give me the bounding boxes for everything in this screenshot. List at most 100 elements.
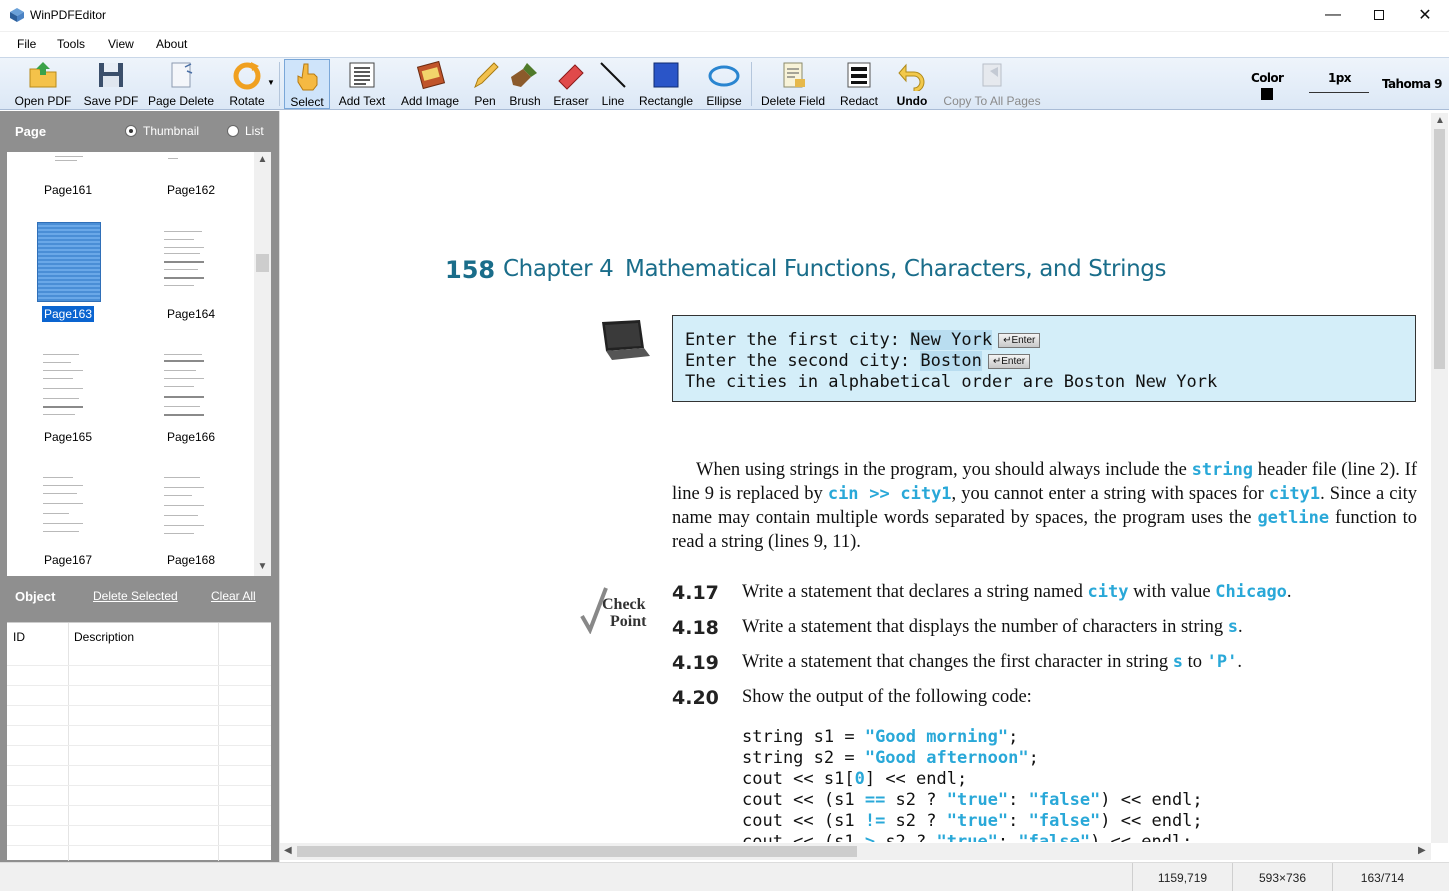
- eraser-button[interactable]: Eraser: [549, 59, 593, 109]
- undo-arrow-icon: [896, 59, 928, 91]
- text-lines-icon: [346, 59, 378, 91]
- window-title: WinPDFEditor: [30, 8, 107, 22]
- toolbar: Open PDF Save PDF Page Delete Rotate ▼ S…: [0, 57, 1449, 110]
- rotate-dropdown-icon[interactable]: ▼: [267, 78, 275, 87]
- brush-label: Brush: [509, 94, 541, 108]
- question-number: 4.19: [672, 652, 719, 674]
- clear-all-link[interactable]: Clear All: [211, 589, 256, 603]
- delete-selected-link[interactable]: Delete Selected: [93, 589, 178, 603]
- maximize-icon: [1374, 10, 1384, 20]
- list-radio[interactable]: List: [227, 124, 264, 138]
- add-image-button[interactable]: Add Image: [395, 59, 465, 109]
- page-delete-button[interactable]: Page Delete: [145, 59, 217, 109]
- add-text-button[interactable]: Add Text: [334, 59, 390, 109]
- menu-about[interactable]: About: [156, 37, 187, 51]
- left-panel: Page Thumbnail List Page161 Page162 Page…: [0, 111, 279, 863]
- chapter-title: Mathematical Functions, Characters, and …: [625, 256, 1167, 282]
- select-button[interactable]: Select: [284, 59, 330, 109]
- thumbnail-radio[interactable]: Thumbnail: [125, 124, 199, 138]
- page-preview: [37, 473, 101, 545]
- minimize-icon: —: [1325, 6, 1341, 23]
- scroll-down-icon[interactable]: ▼: [254, 561, 271, 572]
- code-line: cout << s1[0] << endl;: [742, 769, 968, 789]
- page-preview: [160, 227, 224, 299]
- scroll-up-icon[interactable]: ▲: [1435, 115, 1445, 126]
- open-pdf-label: Open PDF: [14, 94, 72, 108]
- save-pdf-button[interactable]: Save PDF: [80, 59, 142, 109]
- toolbar-separator: [279, 62, 280, 106]
- pen-button[interactable]: Pen: [469, 59, 501, 109]
- title-bar: WinPDFEditor — ✕: [0, 0, 1449, 32]
- question-number: 4.17: [672, 582, 719, 604]
- ellipse-button[interactable]: Ellipse: [702, 59, 746, 109]
- check-point-icon: Check Point: [578, 586, 650, 634]
- menu-tools[interactable]: Tools: [57, 37, 85, 51]
- font-selector[interactable]: Tahoma 9: [1382, 77, 1442, 91]
- eraser-label: Eraser: [553, 94, 589, 108]
- select-label: Select: [290, 95, 324, 109]
- hand-pointer-icon: [291, 60, 323, 92]
- check-point-label-2: Point: [610, 613, 647, 630]
- page-label: Page166: [166, 430, 216, 444]
- page-preview: [160, 350, 224, 422]
- color-swatch[interactable]: [1261, 88, 1273, 100]
- object-table: ID Description: [7, 622, 271, 861]
- page-label: Page163: [41, 306, 95, 322]
- output-line: Enter the second city: Boston ↵Enter: [685, 351, 1031, 371]
- stroke-width-value[interactable]: 1px: [1328, 71, 1351, 85]
- save-pdf-label: Save PDF: [83, 94, 139, 108]
- scroll-up-icon[interactable]: ▲: [254, 154, 271, 165]
- object-panel-title: Object: [15, 589, 56, 604]
- line-button[interactable]: Line: [597, 59, 629, 109]
- console-output-box: Enter the first city: New York ↵Enter Ent…: [672, 315, 1416, 402]
- close-button[interactable]: ✕: [1402, 0, 1448, 30]
- minimize-button[interactable]: —: [1310, 0, 1356, 30]
- copy-to-all-pages-button[interactable]: Copy To All Pages: [938, 59, 1046, 109]
- menu-file[interactable]: File: [17, 37, 36, 51]
- redact-button[interactable]: Redact: [836, 59, 882, 109]
- maximize-button[interactable]: [1356, 0, 1402, 30]
- document-vertical-scrollbar[interactable]: ▲: [1431, 113, 1448, 843]
- page-label: Page161: [43, 183, 93, 197]
- delete-field-label: Delete Field: [760, 94, 826, 108]
- undo-button[interactable]: Undo: [890, 59, 934, 109]
- stroke-width-preview: [1309, 92, 1369, 93]
- menu-view[interactable]: View: [108, 37, 134, 51]
- floppy-disk-icon: [95, 59, 127, 91]
- page-label: Page162: [166, 183, 216, 197]
- laptop-icon: [602, 320, 650, 360]
- undo-label: Undo: [896, 94, 928, 108]
- code-line: cout << (s1 == s2 ? "true": "false") << …: [742, 790, 1203, 810]
- brush-button[interactable]: Brush: [505, 59, 545, 109]
- status-bar: 1159,719 593×736 163/714: [0, 862, 1449, 891]
- page-index: 163/714: [1332, 863, 1432, 891]
- scrollbar-thumb[interactable]: [256, 254, 269, 272]
- output-line: Enter the first city: New York ↵Enter: [685, 330, 1041, 350]
- check-point-label-1: Check: [602, 596, 646, 613]
- line-label: Line: [601, 94, 625, 108]
- page-panel-header: Page Thumbnail List: [0, 111, 279, 151]
- column-header-description[interactable]: Description: [74, 630, 134, 644]
- scroll-right-icon[interactable]: ▶: [1418, 845, 1426, 856]
- scrollbar-thumb[interactable]: [1434, 129, 1445, 369]
- delete-field-button[interactable]: Delete Field: [756, 59, 830, 109]
- page-panel-title: Page: [15, 124, 47, 139]
- page-label: Page168: [166, 553, 216, 567]
- thumbnail-scrollbar[interactable]: ▲ ▼: [254, 152, 271, 576]
- rectangle-button[interactable]: Rectangle: [635, 59, 697, 109]
- scrollbar-thumb[interactable]: [297, 846, 857, 857]
- redact-icon: [843, 59, 875, 91]
- document-horizontal-scrollbar[interactable]: ◀ ▶: [280, 843, 1431, 860]
- pen-icon: [469, 59, 501, 91]
- open-pdf-button[interactable]: Open PDF: [12, 59, 74, 109]
- column-header-id[interactable]: ID: [13, 630, 25, 644]
- copy-to-all-pages-label: Copy To All Pages: [943, 94, 1041, 108]
- question-text: Write a statement that displays the numb…: [742, 617, 1243, 637]
- cursor-position: 1159,719: [1132, 863, 1232, 891]
- object-panel-header: Object Delete Selected Clear All: [0, 576, 279, 616]
- rotate-button[interactable]: Rotate: [222, 59, 272, 109]
- close-icon: ✕: [1418, 7, 1432, 24]
- rectangle-label: Rectangle: [638, 94, 694, 108]
- page-label: Page164: [166, 307, 216, 321]
- scroll-left-icon[interactable]: ◀: [284, 845, 292, 856]
